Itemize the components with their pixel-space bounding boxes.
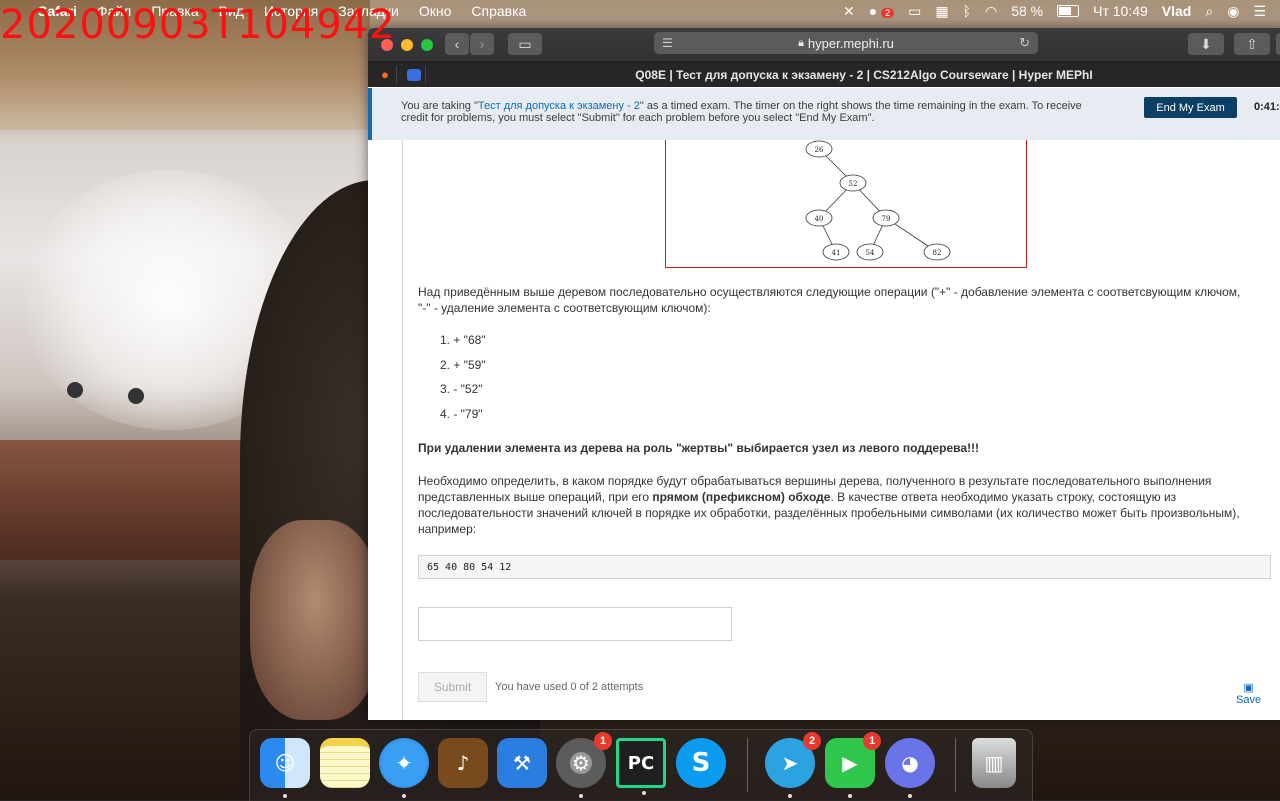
pycharm-icon[interactable]: PC [616, 738, 666, 795]
display-icon[interactable]: ▭ [908, 3, 921, 20]
example-answer: 65 40 80 54 12 [418, 555, 1271, 579]
url-text: hyper.mephi.ru [807, 35, 894, 51]
pinned-tab-chat-icon[interactable] [403, 65, 426, 84]
clock[interactable]: Чт 10:49 [1093, 3, 1148, 19]
tree-node-label: 79 [882, 215, 891, 223]
save-icon: ▣ [1243, 682, 1254, 694]
control-center-icon[interactable]: ☰ [1253, 3, 1266, 20]
downloads-icon[interactable]: ⬇ [1188, 33, 1224, 55]
fullscreen-window-button[interactable] [421, 38, 433, 51]
tab-title[interactable]: Q08E | Тест для допуска к экзамену - 2 |… [440, 68, 1280, 82]
banner-message: You are taking "Тест для допуска к экзам… [401, 100, 1101, 124]
more-icon[interactable] [1276, 33, 1280, 55]
operation-item: 3. - "52" [440, 382, 483, 396]
task-emphasis: прямом (префиксном) обходе [652, 490, 831, 504]
xcode-icon[interactable]: ⚒ [497, 738, 547, 788]
flag-icon[interactable]: ▦ [935, 3, 948, 20]
problem-content: 26 52 40 79 41 54 82 Над приведённым выш… [368, 140, 1280, 720]
facetime-icon[interactable]: ▶ 1 [825, 732, 881, 798]
answer-input[interactable] [418, 607, 732, 641]
user-name[interactable]: Vlad [1162, 3, 1192, 19]
dock-badge: 2 [803, 732, 821, 750]
spotlight-icon[interactable]: ⌕ [1205, 3, 1213, 20]
dock-separator [955, 738, 956, 792]
tree-node-label: 52 [849, 180, 858, 188]
battery-percent[interactable]: 58 % [1011, 3, 1043, 19]
sidebar-toggle-icon[interactable]: ▭ [508, 33, 542, 55]
task-description: Необходимо определить, в каком порядке б… [418, 473, 1268, 537]
reader-icon[interactable]: ☰ [662, 36, 673, 50]
wifi-icon[interactable]: ◠ [985, 3, 997, 20]
content-divider [402, 140, 403, 720]
end-exam-button[interactable]: End My Exam [1144, 97, 1237, 118]
tools-icon[interactable]: ✕ [843, 3, 855, 20]
pycharm-label: PC [627, 752, 655, 774]
browser-toolbar: ‹ › ▭ ☰ 🔒︎ hyper.mephi.ru ↻ ⬇ ⇧ [368, 28, 1280, 61]
lamp [128, 388, 144, 404]
operation-item: 4. - "79" [440, 406, 483, 421]
share-icon[interactable]: ⇧ [1234, 33, 1270, 55]
banner-text-before: You are taking " [401, 100, 478, 112]
menu-item-help[interactable]: Справка [471, 3, 526, 19]
garageband-icon[interactable]: ♪ [438, 738, 488, 788]
binary-tree-diagram: 26 52 40 79 41 54 82 [805, 140, 951, 261]
dock-badge: 1 [594, 732, 612, 750]
hand [250, 520, 380, 720]
notification-badge: 2 [881, 8, 895, 18]
notification-icon[interactable]: ● 2 [869, 3, 895, 19]
deletion-rule-warning: При удалении элемента из дерева на роль … [418, 441, 980, 455]
menu-item-window[interactable]: Окно [419, 3, 452, 19]
safari-window: ‹ › ▭ ☰ 🔒︎ hyper.mephi.ru ↻ ⬇ ⇧ ● Q08E |… [368, 28, 1280, 720]
dock-badge: 1 [863, 732, 881, 750]
dock-separator [747, 738, 748, 792]
discord-icon[interactable]: ◕ [885, 738, 935, 798]
exam-timer: 0:41: [1254, 101, 1280, 113]
telegram-icon[interactable]: ➤ 2 [765, 732, 821, 798]
tree-node-label: 54 [866, 249, 875, 257]
attempts-counter: You have used 0 of 2 attempts [495, 681, 644, 693]
tree-node-label: 82 [933, 249, 942, 257]
battery-icon[interactable] [1057, 5, 1080, 17]
operation-item: 2. + "59" [440, 357, 486, 372]
save-label: Save [1236, 694, 1262, 706]
bluetooth-icon[interactable]: ᛒ [963, 3, 971, 19]
tree-node-label: 41 [832, 249, 841, 257]
submit-button[interactable]: Submit [418, 672, 487, 702]
reload-icon[interactable]: ↻ [1019, 35, 1030, 51]
notes-icon[interactable] [320, 738, 370, 788]
siri-icon[interactable]: ◉ [1227, 3, 1239, 20]
exam-link[interactable]: Тест для допуска к экзамену - 2 [478, 100, 640, 112]
problem-intro: Над приведённым выше деревом последовате… [418, 285, 1241, 315]
lock-icon: 🔒︎ [798, 36, 804, 49]
tree-node-label: 26 [815, 146, 824, 154]
back-icon[interactable]: ‹ [445, 33, 469, 55]
skype-icon[interactable]: S [676, 738, 726, 788]
timed-exam-banner: You are taking "Тест для допуска к экзам… [368, 88, 1280, 140]
minimize-window-button[interactable] [401, 38, 413, 51]
dock: ☺ ✦ ♪ ⚒ ⚙ 1 PC S ➤ 2 ▶ 1 ◕ ▥ [249, 729, 1033, 801]
address-bar[interactable]: ☰ 🔒︎ hyper.mephi.ru ↻ [654, 32, 1038, 54]
save-button[interactable]: ▣ Save [1236, 681, 1261, 706]
pinned-tab-icon[interactable]: ● [374, 65, 397, 84]
tree-node-label: 40 [815, 215, 824, 223]
safari-icon[interactable]: ✦ [379, 738, 429, 798]
system-preferences-icon[interactable]: ⚙ 1 [556, 732, 612, 798]
timestamp-overlay: 20200903T104942 [0, 2, 396, 48]
trash-icon[interactable]: ▥ [972, 738, 1016, 788]
operations-list: 1. + "68" 2. + "59" 3. - "52" 4. - "79" [440, 332, 486, 430]
lamp [67, 382, 83, 398]
forward-icon[interactable]: › [470, 33, 494, 55]
finder-icon[interactable]: ☺ [260, 738, 310, 798]
nav-buttons: ‹ › [445, 33, 494, 55]
tree-figure: 26 52 40 79 41 54 82 [665, 140, 1027, 268]
tab-bar: ● Q08E | Тест для допуска к экзамену - 2… [368, 61, 1280, 87]
operation-item: 1. + "68" [440, 333, 486, 347]
